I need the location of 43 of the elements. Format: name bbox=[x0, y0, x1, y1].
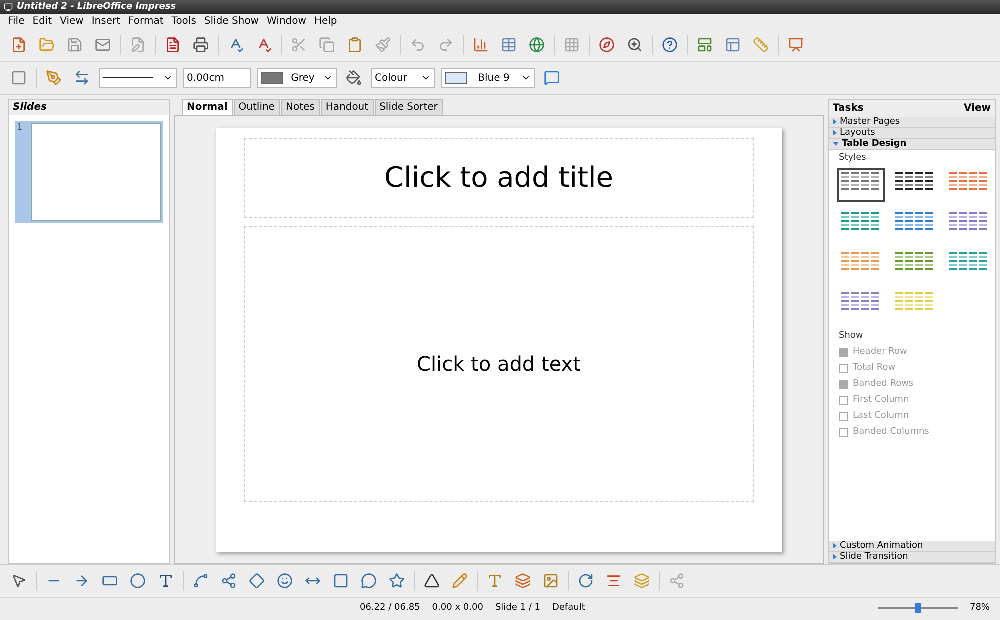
view-tab[interactable]: Handout bbox=[320, 99, 374, 115]
pane-title: Slides bbox=[13, 102, 47, 113]
slide-number: 1 bbox=[17, 123, 24, 135]
zoom-text: 78% bbox=[970, 603, 990, 613]
pane-title: Tasks bbox=[833, 103, 864, 114]
text-placeholder[interactable]: Click to add text bbox=[244, 226, 754, 502]
menu-item[interactable]: Slide Show bbox=[204, 16, 259, 27]
group-label: Styles bbox=[838, 152, 868, 165]
menu-item[interactable]: Help bbox=[314, 16, 338, 27]
task-section[interactable]: Slide Transition bbox=[829, 552, 995, 563]
group-label: Show bbox=[838, 330, 864, 343]
menu-item[interactable]: Window bbox=[267, 16, 306, 27]
line-icon bbox=[103, 76, 153, 80]
menu-item[interactable]: File bbox=[8, 16, 25, 27]
view-tab[interactable]: Outline bbox=[234, 99, 280, 115]
size-text: 0.00 x 0.00 bbox=[432, 603, 484, 613]
area-style-field[interactable]: Colour bbox=[371, 68, 435, 88]
view-tab[interactable]: Normal bbox=[182, 99, 233, 115]
line-color-field[interactable]: Grey bbox=[257, 68, 337, 88]
line-width-field[interactable]: 0.00cm bbox=[183, 68, 251, 88]
menu-item[interactable]: View bbox=[60, 16, 84, 27]
title-placeholder[interactable]: Click to add title bbox=[244, 138, 754, 218]
menu-item[interactable]: Edit bbox=[32, 16, 52, 27]
window-title: Untitled 2 - LibreOffice Impress bbox=[17, 2, 176, 12]
task-section[interactable]: Custom Animation bbox=[829, 541, 995, 552]
view-tab[interactable]: Slide Sorter bbox=[374, 99, 443, 115]
task-section[interactable]: Table Design bbox=[829, 139, 995, 150]
table-style[interactable] bbox=[837, 168, 885, 202]
task-section[interactable]: Master Pages bbox=[829, 117, 995, 128]
slide-thumbnail[interactable]: 1 bbox=[15, 121, 163, 223]
task-section[interactable]: Layouts bbox=[829, 128, 995, 139]
master-text: Default bbox=[552, 603, 586, 613]
fill-color-field[interactable]: Blue 9 bbox=[441, 68, 535, 88]
position-text: 06.22 / 06.85 bbox=[360, 603, 420, 613]
menu-item[interactable]: Insert bbox=[92, 16, 121, 27]
zoom-thumb[interactable] bbox=[914, 603, 921, 613]
line-style-field[interactable] bbox=[99, 68, 177, 88]
menu-item[interactable]: Tools bbox=[172, 16, 196, 27]
view-menu[interactable]: View bbox=[964, 103, 991, 114]
app-icon bbox=[4, 2, 13, 12]
slide-count-text: Slide 1 / 1 bbox=[495, 603, 540, 613]
menu-item[interactable]: Format bbox=[128, 16, 164, 27]
view-tab[interactable]: Notes bbox=[280, 99, 320, 115]
